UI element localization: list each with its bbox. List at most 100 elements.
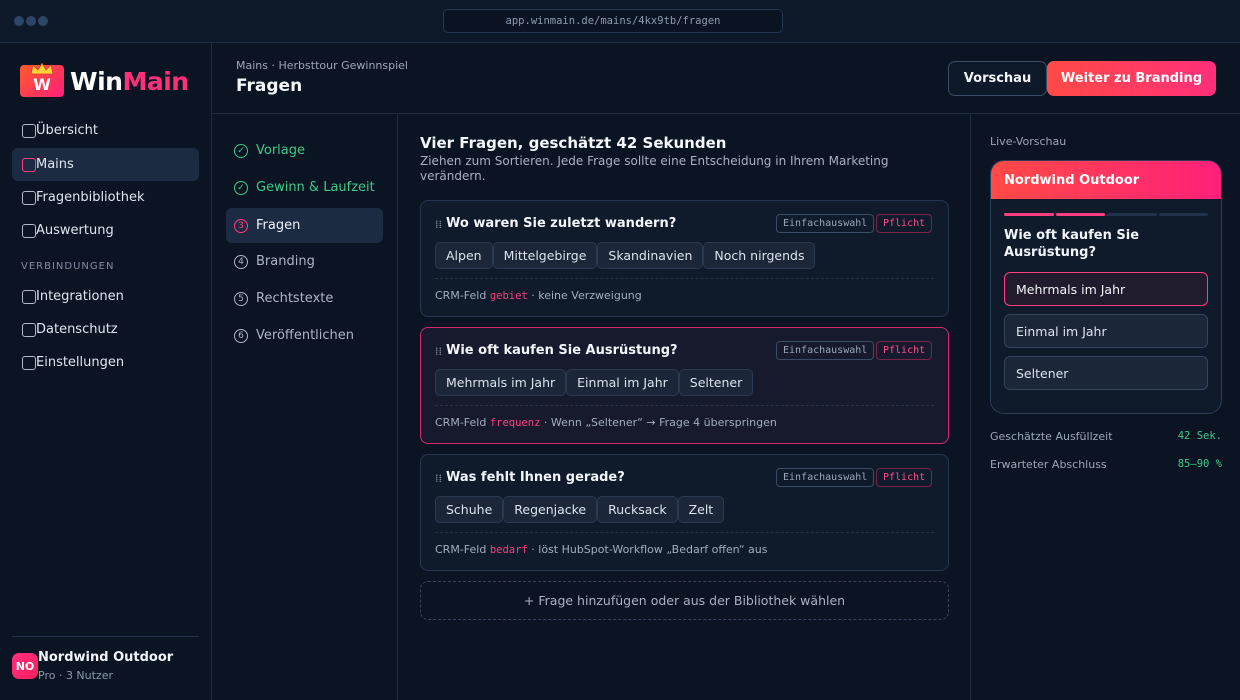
question-crm-meta: CRM-Feld frequenz · Wenn „Seltener“ → Fr… — [435, 416, 777, 429]
question-card[interactable]: ⁞⁞ Wo waren Sie zuletzt wandern? Einfach… — [420, 200, 949, 317]
crm-field-name[interactable]: frequenz — [490, 417, 541, 429]
step-branding[interactable]: 4 Branding — [226, 244, 383, 279]
answer-option[interactable]: Rucksack — [597, 496, 678, 523]
section-title: Vier Fragen, geschätzt 42 Sekunden — [420, 134, 727, 152]
sidebar: W WinMain Übersicht Mains Fragenbiblioth… — [0, 43, 212, 700]
divider — [435, 278, 934, 279]
url-bar[interactable]: app.winmain.de/mains/4kx9tb/fragen — [443, 9, 783, 33]
analytics-icon — [22, 223, 36, 238]
answer-option[interactable]: Zelt — [677, 496, 725, 523]
divider — [12, 636, 199, 637]
sidebar-item-label: Auswertung — [36, 223, 114, 238]
preview-answer[interactable]: Seltener — [1004, 356, 1208, 390]
step-label: Rechtstexte — [256, 291, 334, 306]
question-type-badge[interactable]: Einfachauswahl — [776, 341, 875, 360]
window-dot-icon[interactable] — [38, 16, 48, 26]
wizard-steps: ✓ Vorlage ✓ Gewinn & Laufzeit 3 Fragen 4… — [212, 114, 398, 700]
step-number-icon: 3 — [234, 218, 248, 233]
drag-handle-icon[interactable]: ⁞⁞ — [435, 346, 444, 358]
preview-brand-header: Nordwind Outdoor — [991, 161, 1221, 199]
question-card-selected[interactable]: ⁞⁞ Wie oft kaufen Sie Ausrüstung? Einfac… — [420, 327, 949, 444]
answer-option[interactable]: Alpen — [435, 242, 493, 269]
answer-option[interactable]: Seltener — [678, 369, 754, 396]
crown-icon — [30, 63, 54, 75]
required-badge[interactable]: Pflicht — [876, 468, 933, 487]
brand-logo[interactable]: W WinMain — [20, 63, 189, 98]
preview-answer[interactable]: Einmal im Jahr — [1004, 314, 1208, 348]
progress-segment — [1004, 213, 1054, 216]
overview-icon — [22, 123, 36, 138]
preview-question: Wie oft kaufen Sie Ausrüstung? — [1004, 228, 1140, 260]
window-controls[interactable] — [14, 16, 48, 26]
required-badge[interactable]: Pflicht — [876, 214, 933, 233]
add-question-button[interactable]: + Frage hinzufügen oder aus der Biblioth… — [420, 581, 949, 620]
answer-option[interactable]: Skandinavien — [597, 242, 704, 269]
step-label: Veröffentlichen — [256, 328, 355, 343]
stat-label: Geschätzte Ausfüllzeit — [990, 430, 1113, 443]
step-label: Branding — [256, 254, 315, 269]
question-title[interactable]: Was fehlt Ihnen gerade? — [446, 470, 625, 485]
live-preview-panel: Live-Vorschau Nordwind Outdoor Wie oft k… — [971, 114, 1240, 700]
preview-progress — [1004, 213, 1208, 216]
crm-field-name[interactable]: gebiet — [490, 290, 528, 302]
library-icon — [22, 190, 36, 205]
drag-handle-icon[interactable]: ⁞⁞ — [435, 473, 444, 485]
sidebar-section-label: VERBINDUNGEN — [21, 261, 115, 272]
step-vorlage[interactable]: ✓ Vorlage — [226, 133, 383, 168]
answer-options: Schuhe Regenjacke Rucksack Zelt — [435, 496, 725, 523]
progress-segment — [1107, 213, 1157, 216]
next-branding-button[interactable]: Weiter zu Branding — [1047, 61, 1216, 96]
page-header: Mains · Herbsttour Gewinnspiel Fragen Vo… — [212, 43, 1240, 114]
integrations-icon — [22, 289, 36, 304]
question-title[interactable]: Wo waren Sie zuletzt wandern? — [446, 216, 676, 231]
step-veroeffentlichen[interactable]: 6 Veröffentlichen — [226, 318, 383, 353]
window-dot-icon[interactable] — [14, 16, 24, 26]
logo-wordmark: WinMain — [70, 66, 189, 96]
account-name[interactable]: Nordwind Outdoor — [38, 650, 173, 665]
answer-options: Mehrmals im Jahr Einmal im Jahr Seltener — [435, 369, 754, 396]
step-gewinn-laufzeit[interactable]: ✓ Gewinn & Laufzeit — [226, 170, 383, 205]
sidebar-item-datenschutz[interactable]: Datenschutz — [12, 313, 199, 346]
step-rechtstexte[interactable]: 5 Rechtstexte — [226, 281, 383, 316]
answer-option[interactable]: Regenjacke — [503, 496, 598, 523]
answer-option[interactable]: Schuhe — [435, 496, 504, 523]
question-type-badge[interactable]: Einfachauswahl — [776, 214, 875, 233]
crm-field-name[interactable]: bedarf — [490, 544, 528, 556]
check-icon: ✓ — [234, 180, 248, 195]
sidebar-item-label: Mains — [36, 157, 74, 172]
account-plan: Pro · 3 Nutzer — [38, 669, 114, 682]
window-dot-icon[interactable] — [26, 16, 36, 26]
sidebar-item-label: Übersicht — [36, 123, 98, 138]
question-type-badge[interactable]: Einfachauswahl — [776, 468, 875, 487]
required-badge[interactable]: Pflicht — [876, 341, 933, 360]
sidebar-item-einstellungen[interactable]: Einstellungen — [12, 346, 199, 379]
question-card[interactable]: ⁞⁞ Was fehlt Ihnen gerade? Einfachauswah… — [420, 454, 949, 571]
step-number-icon: 4 — [234, 254, 248, 269]
browser-chrome: app.winmain.de/mains/4kx9tb/fragen — [0, 0, 1240, 43]
sidebar-item-fragenbibliothek[interactable]: Fragenbibliothek — [12, 181, 199, 214]
avatar[interactable]: NO — [12, 653, 38, 679]
answer-option[interactable]: Noch nirgends — [703, 242, 816, 269]
sidebar-item-mains[interactable]: Mains — [12, 148, 199, 181]
sidebar-item-auswertung[interactable]: Auswertung — [12, 214, 199, 247]
check-icon: ✓ — [234, 143, 248, 158]
answer-options: Alpen Mittelgebirge Skandinavien Noch ni… — [435, 242, 816, 269]
sidebar-item-uebersicht[interactable]: Übersicht — [12, 114, 199, 147]
progress-segment — [1055, 213, 1105, 216]
question-title[interactable]: Wie oft kaufen Sie Ausrüstung? — [446, 343, 678, 358]
answer-option[interactable]: Einmal im Jahr — [566, 369, 679, 396]
questions-editor: Vier Fragen, geschätzt 42 Sekunden Ziehe… — [398, 114, 971, 700]
step-number-icon: 6 — [234, 328, 248, 343]
preview-button[interactable]: Vorschau — [948, 61, 1047, 96]
answer-option[interactable]: Mittelgebirge — [492, 242, 598, 269]
mains-icon — [22, 157, 36, 172]
answer-option[interactable]: Mehrmals im Jahr — [435, 369, 567, 396]
step-fragen[interactable]: 3 Fragen — [226, 208, 383, 243]
drag-handle-icon[interactable]: ⁞⁞ — [435, 219, 444, 231]
sidebar-item-integrationen[interactable]: Integrationen — [12, 280, 199, 313]
preview-answer-selected[interactable]: Mehrmals im Jahr — [1004, 272, 1208, 306]
breadcrumb[interactable]: Mains · Herbsttour Gewinnspiel — [236, 59, 408, 72]
sidebar-item-label: Datenschutz — [36, 322, 118, 337]
stat-value: 42 Sek. — [1177, 430, 1222, 442]
logo-mark-letter: W — [33, 75, 51, 94]
